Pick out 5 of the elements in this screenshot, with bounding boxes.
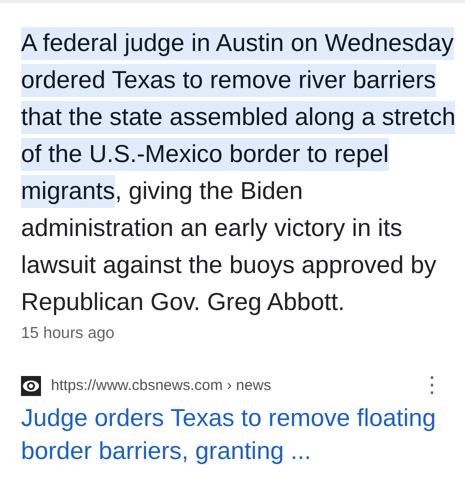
source-url[interactable]: https://www.cbsnews.com › news <box>51 377 417 394</box>
more-menu-button[interactable]: ⋮ <box>417 373 447 398</box>
eye-logo-icon <box>21 376 41 396</box>
snippet-time: 15 hours ago <box>21 325 116 343</box>
result-title-link[interactable]: Judge orders Texas to remove floating border barriers, granting ... <box>21 402 457 468</box>
